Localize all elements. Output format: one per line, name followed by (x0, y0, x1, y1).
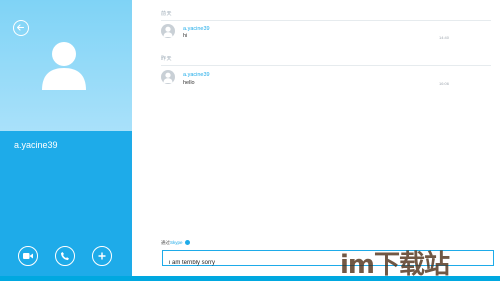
watermark-text: im下载站 (340, 250, 450, 280)
back-arrow-icon (16, 24, 25, 31)
message-avatar-icon (161, 70, 175, 84)
contact-header (0, 0, 132, 131)
message-time: 16:06 (439, 81, 450, 86)
phone-call-icon (61, 252, 69, 261)
message-text: hello (183, 80, 195, 86)
add-icon (98, 252, 106, 260)
day-divider (161, 65, 491, 66)
message-avatar-icon (161, 24, 175, 38)
day-divider (161, 20, 491, 21)
add-participant-button[interactable] (92, 246, 112, 266)
watermark-logo: im下载站 (340, 244, 450, 281)
send-via-selector[interactable]: 通过Skype (161, 240, 190, 246)
contact-avatar-icon (42, 42, 86, 90)
message-sender[interactable]: a.yacine39 (183, 72, 210, 78)
message-time: 14:40 (439, 35, 450, 40)
video-call-button[interactable] (18, 246, 38, 266)
contact-name: a.yacine39 (14, 140, 58, 150)
video-call-icon (23, 253, 33, 259)
day-label: 前天 (161, 11, 173, 17)
phone-call-button[interactable] (55, 246, 75, 266)
back-button[interactable] (13, 20, 29, 36)
contact-panel: a.yacine39 (0, 0, 132, 281)
conversation-panel: 前天 a.yacine39 hi 14:40 昨天 a.yacine39 hel… (132, 0, 500, 281)
send-via-prefix: 通过 (161, 240, 170, 245)
message-text: hi (183, 33, 188, 39)
send-via-service[interactable]: Skype (170, 240, 183, 245)
day-label: 昨天 (161, 56, 173, 62)
message-sender[interactable]: a.yacine39 (183, 26, 210, 32)
dropdown-icon (184, 240, 190, 246)
